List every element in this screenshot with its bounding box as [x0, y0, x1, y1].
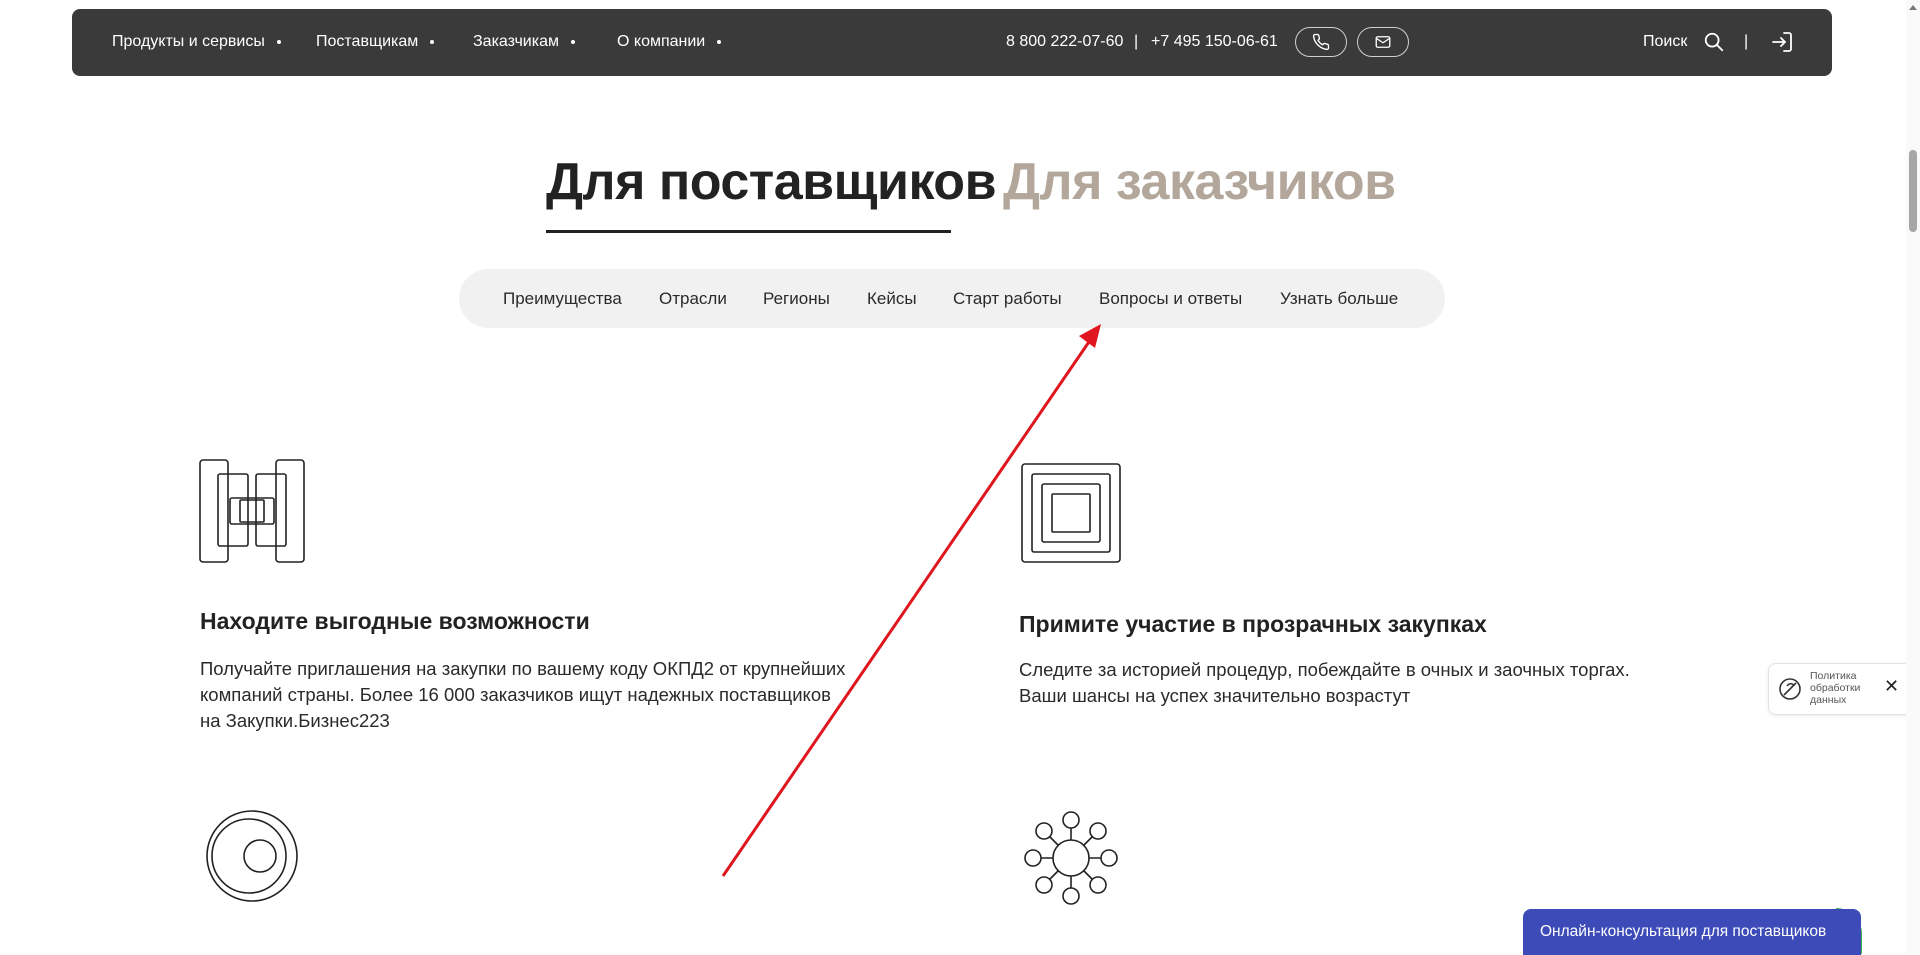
policy-label: Политика обработки данных — [1810, 670, 1870, 706]
concentric-circles-icon — [206, 810, 298, 902]
top-navigation-bar: Продукты и сервисы Поставщикам Заказчика… — [72, 9, 1832, 76]
close-icon[interactable]: ✕ — [1884, 676, 1899, 697]
tab-for-suppliers[interactable]: Для поставщиков — [546, 152, 997, 212]
nav-item-about[interactable]: О компании — [617, 33, 722, 51]
phone-icon — [1312, 33, 1330, 51]
dropdown-dot-icon — [570, 39, 575, 44]
concentric-squares-icon — [1021, 463, 1121, 563]
scrollbar-track[interactable] — [1906, 0, 1920, 953]
section-link-industries[interactable]: Отрасли — [659, 289, 727, 309]
search-label[interactable]: Поиск — [1643, 33, 1687, 51]
policy-icon — [1779, 678, 1801, 700]
feature-text-line: Получайте приглашения на закупки по ваше… — [200, 658, 846, 679]
nav-item-label: Поставщикам — [316, 33, 419, 50]
feature-text-line: Следите за историей процедур, побеждайте… — [1019, 659, 1630, 680]
feature-text-opportunities: Получайте приглашения на закупки по ваше… — [200, 656, 845, 734]
nav-item-label: О компании — [617, 33, 706, 50]
section-link-advantages[interactable]: Преимущества — [503, 289, 622, 309]
feature-title-transparent-purchases: Примите участие в прозрачных закупках — [1019, 611, 1487, 637]
nav-item-label: Заказчикам — [473, 33, 559, 50]
policy-label-line: данных — [1810, 694, 1847, 706]
search-button[interactable] — [1703, 31, 1725, 58]
section-link-regions[interactable]: Регионы — [763, 289, 830, 309]
section-navigation: Преимущества Отрасли Регионы Кейсы Старт… — [459, 269, 1445, 328]
data-policy-widget[interactable]: Политика обработки данных ✕ — [1768, 663, 1920, 715]
consultation-label: Онлайн-консультация для поставщиков — [1540, 923, 1827, 940]
nav-item-customers[interactable]: Заказчикам — [473, 33, 575, 51]
nav-divider: | — [1744, 33, 1749, 50]
phone-number-2[interactable]: +7 495 150-06-61 — [1151, 33, 1278, 51]
email-button[interactable] — [1357, 27, 1409, 57]
active-tab-underline — [546, 230, 951, 233]
feature-text-line: компаний страны. Более 16 000 заказчиков… — [200, 684, 831, 705]
scroll-up-arrow-icon[interactable] — [1909, 5, 1917, 10]
section-link-faq[interactable]: Вопросы и ответы — [1099, 289, 1242, 309]
network-nodes-icon — [1024, 811, 1118, 905]
feature-text-transparent-purchases: Следите за историей процедур, побеждайте… — [1019, 657, 1630, 709]
dropdown-dot-icon — [276, 39, 281, 44]
phone-separator: | — [1134, 33, 1139, 50]
login-icon — [1772, 32, 1792, 52]
call-button[interactable] — [1295, 27, 1347, 57]
online-consultation-button[interactable]: Онлайн-консультация для поставщиков — [1523, 909, 1861, 955]
scrollbar-thumb[interactable] — [1909, 150, 1917, 232]
policy-label-line: обработки — [1810, 682, 1861, 694]
section-link-cases[interactable]: Кейсы — [867, 289, 917, 309]
login-button[interactable] — [1770, 30, 1794, 59]
dropdown-dot-icon — [430, 39, 435, 44]
mail-icon — [1375, 36, 1391, 48]
phone-number-1[interactable]: 8 800 222-07-60 — [1006, 33, 1123, 51]
feature-text-line: на Закупки.Бизнес223 — [200, 710, 390, 731]
section-link-getting-started[interactable]: Старт работы — [953, 289, 1062, 309]
feature-text-line: Ваши шансы на успех значительно возрасту… — [1019, 685, 1411, 706]
nav-item-products[interactable]: Продукты и сервисы — [112, 33, 281, 51]
nested-rectangles-icon — [199, 459, 305, 563]
nav-item-label: Продукты и сервисы — [112, 33, 265, 50]
policy-label-line: Политика — [1810, 670, 1857, 682]
feature-title-opportunities: Находите выгодные возможности — [200, 608, 590, 634]
nav-item-suppliers[interactable]: Поставщикам — [316, 33, 435, 51]
dropdown-dot-icon — [717, 39, 722, 44]
tab-for-customers[interactable]: Для заказчиков — [1003, 152, 1396, 212]
section-link-learn-more[interactable]: Узнать больше — [1280, 289, 1398, 309]
search-icon — [1704, 32, 1724, 52]
